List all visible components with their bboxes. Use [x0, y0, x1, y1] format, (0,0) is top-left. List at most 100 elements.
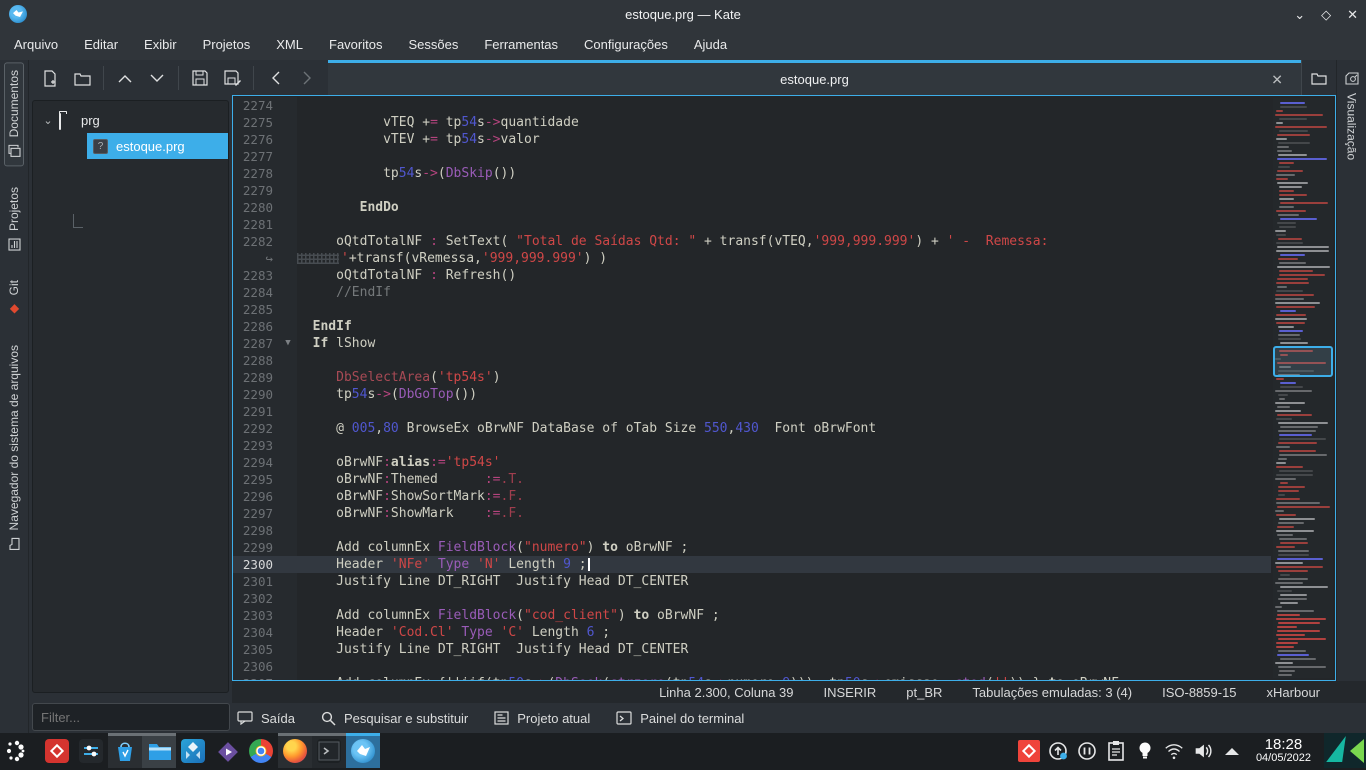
code-line-2288[interactable]: 2288: [233, 352, 1271, 369]
menu-ferramentas[interactable]: Ferramentas: [484, 37, 558, 52]
code-line-2301[interactable]: 2301 Justify Line DT_RIGHT Justify Head …: [233, 573, 1271, 590]
taskbar-app-discover[interactable]: [108, 733, 142, 768]
expand-tray-icon[interactable]: [1221, 740, 1243, 762]
sidebar-tab-git[interactable]: Git: [5, 273, 23, 323]
menu-arquivo[interactable]: Arquivo: [14, 37, 58, 52]
toolview-button-sa-da[interactable]: Saída: [237, 711, 295, 726]
code-line-2298[interactable]: 2298: [233, 522, 1271, 539]
chevron-down-icon[interactable]: ⌄: [41, 114, 55, 127]
code-line-2285[interactable]: 2285: [233, 301, 1271, 318]
code-line-2274[interactable]: 2274: [233, 97, 1271, 114]
volume-icon[interactable]: [1192, 740, 1214, 762]
code-line-2284[interactable]: 2284 //EndIf: [233, 284, 1271, 301]
pause-icon[interactable]: [1076, 740, 1098, 762]
code-line-2275[interactable]: 2275 vTEQ += tp54s->quantidade: [233, 114, 1271, 131]
documents-filter-input[interactable]: [32, 703, 230, 731]
close-icon[interactable]: ✕: [1271, 71, 1283, 88]
menu-xml[interactable]: XML: [276, 37, 303, 52]
app-launcher-icon[interactable]: [2, 736, 32, 766]
code-line-2283[interactable]: 2283 oQtdTotalNF : Refresh(): [233, 267, 1271, 284]
close-button[interactable]: ✕: [1347, 7, 1358, 23]
code-line-2289[interactable]: 2289 DbSelectArea('tp54s'): [233, 369, 1271, 386]
code-line-2304[interactable]: 2304 Header 'Cod.Cl' Type 'C' Length 6 ;: [233, 624, 1271, 641]
taskbar-app-system-settings[interactable]: [74, 733, 108, 768]
code-line-2293[interactable]: 2293: [233, 437, 1271, 454]
code-line-2305[interactable]: 2305 Justify Line DT_RIGHT Justify Head …: [233, 641, 1271, 658]
code-line-2280[interactable]: 2280 EndDo: [233, 199, 1271, 216]
code-line-2299[interactable]: 2299 Add columnEx FieldBlock("numero") t…: [233, 539, 1271, 556]
menu-sessões[interactable]: Sessões: [408, 37, 458, 52]
code-line-2277[interactable]: 2277: [233, 148, 1271, 165]
code-line-2279[interactable]: 2279: [233, 182, 1271, 199]
menu-exibir[interactable]: Exibir: [144, 37, 177, 52]
code-line-2290[interactable]: 2290 tp54s->(DbGoTop()): [233, 386, 1271, 403]
sidebar-tab-documentos[interactable]: Documentos: [4, 62, 24, 166]
status-tab-settings[interactable]: Tabulações emuladas: 3 (4): [972, 685, 1132, 700]
taskbar-app-kate[interactable]: [346, 733, 380, 768]
new-document-icon[interactable]: [39, 67, 61, 89]
clipboard-icon[interactable]: [1105, 740, 1127, 762]
minimap-viewport[interactable]: [1273, 346, 1333, 377]
status-insert-mode[interactable]: INSERIR: [824, 685, 877, 700]
code-line-2281[interactable]: 2281: [233, 216, 1271, 233]
open-folder-icon[interactable]: [71, 67, 93, 89]
code-line-2296[interactable]: 2296 oBrwNF:ShowSortMark:=.F.: [233, 488, 1271, 505]
minimap-scrollbar[interactable]: [1273, 98, 1333, 678]
sidebar-tab-visualizacao[interactable]: Visualização: [1343, 66, 1361, 166]
code-line-2294[interactable]: 2294 oBrwNF:alias:='tp54s': [233, 454, 1271, 471]
fold-marker[interactable]: ▼: [279, 335, 297, 352]
show-desktop-widget[interactable]: [1324, 733, 1366, 768]
minimize-button[interactable]: ⌄: [1294, 7, 1305, 23]
menu-configurações[interactable]: Configurações: [584, 37, 668, 52]
code-editor[interactable]: 22742275 vTEQ += tp54s->quantidade2276 v…: [232, 95, 1336, 681]
status-dictionary[interactable]: pt_BR: [906, 685, 942, 700]
code-line-2297[interactable]: 2297 oBrwNF:ShowMark :=.F.: [233, 505, 1271, 522]
toolview-button-pesquisar-e-substituir[interactable]: Pesquisar e substituir: [321, 711, 468, 726]
save-as-icon[interactable]: [221, 67, 243, 89]
up-arrow-icon[interactable]: [114, 67, 136, 89]
code-line-2286[interactable]: 2286 EndIf: [233, 318, 1271, 335]
new-window-icon[interactable]: [1308, 67, 1330, 89]
status-highlight-mode[interactable]: xHarbour: [1267, 685, 1320, 700]
code-line-2276[interactable]: 2276 vTEV += tp54s->valor: [233, 131, 1271, 148]
sidebar-tab-navegador-do-sistema-de-arquivos[interactable]: Navegador do sistema de arquivos: [5, 338, 23, 558]
code-line-2302[interactable]: 2302: [233, 590, 1271, 607]
taskbar-app-dolphin[interactable]: [142, 733, 176, 768]
code-line-2282[interactable]: 2282 oQtdTotalNF : SetText( "Total de Sa…: [233, 233, 1271, 250]
menu-projetos[interactable]: Projetos: [203, 37, 251, 52]
toolview-button-projeto-atual[interactable]: Projeto atual: [494, 711, 590, 726]
code-line-2287[interactable]: 2287▼ If lShow: [233, 335, 1271, 352]
status-encoding[interactable]: ISO-8859-15: [1162, 685, 1236, 700]
taskbar-app-kodi[interactable]: [176, 733, 210, 768]
code-line-2291[interactable]: 2291: [233, 403, 1271, 420]
back-icon[interactable]: [264, 67, 286, 89]
toolview-button-painel-do-terminal[interactable]: Painel do terminal: [616, 711, 744, 726]
code-line-2307[interactable]: 2307 Add columnEx {||iif(tp50s->(DbSeek(…: [233, 675, 1271, 680]
code-line-2295[interactable]: 2295 oBrwNF:Themed :=.T.: [233, 471, 1271, 488]
updates-icon[interactable]: [1047, 740, 1069, 762]
code-line-2300[interactable]: 2300 Header 'NFe' Type 'N' Length 9 ;: [233, 556, 1271, 573]
taskbar-app-chrome[interactable]: [244, 733, 278, 768]
anydesk-tray-icon[interactable]: [1018, 740, 1040, 762]
code-line-2278[interactable]: 2278 tp54s->(DbSkip()): [233, 165, 1271, 182]
tab-estoque-prg[interactable]: estoque.prg ✕: [328, 60, 1301, 96]
sidebar-tab-projetos[interactable]: Projetos: [5, 180, 23, 259]
wifi-icon[interactable]: [1163, 740, 1185, 762]
taskbar-app-stremio[interactable]: [210, 733, 244, 768]
save-icon[interactable]: [189, 67, 211, 89]
code-line-↪[interactable]: ↪'+transf(vRemessa,'999,999.999') ): [233, 250, 1271, 267]
code-area[interactable]: 22742275 vTEQ += tp54s->quantidade2276 v…: [233, 97, 1271, 680]
taskbar-app-konsole[interactable]: [312, 733, 346, 768]
tree-folder-prg[interactable]: ⌄ prg: [33, 107, 228, 133]
tree-file-estoque-prg[interactable]: ? estoque.prg: [87, 133, 228, 159]
code-line-2303[interactable]: 2303 Add columnEx FieldBlock("cod_client…: [233, 607, 1271, 624]
down-arrow-icon[interactable]: [146, 67, 168, 89]
status-cursor-position[interactable]: Linha 2.300, Coluna 39: [659, 685, 793, 700]
taskbar-app-anydesk[interactable]: [40, 733, 74, 768]
menu-ajuda[interactable]: Ajuda: [694, 37, 727, 52]
taskbar-app-firefox[interactable]: [278, 733, 312, 768]
code-line-2306[interactable]: 2306: [233, 658, 1271, 675]
taskbar-clock[interactable]: 18:28 04/05/2022: [1256, 737, 1311, 764]
night-color-icon[interactable]: [1134, 740, 1156, 762]
code-line-2292[interactable]: 2292 @ 005,80 BrowseEx oBrwNF DataBase o…: [233, 420, 1271, 437]
